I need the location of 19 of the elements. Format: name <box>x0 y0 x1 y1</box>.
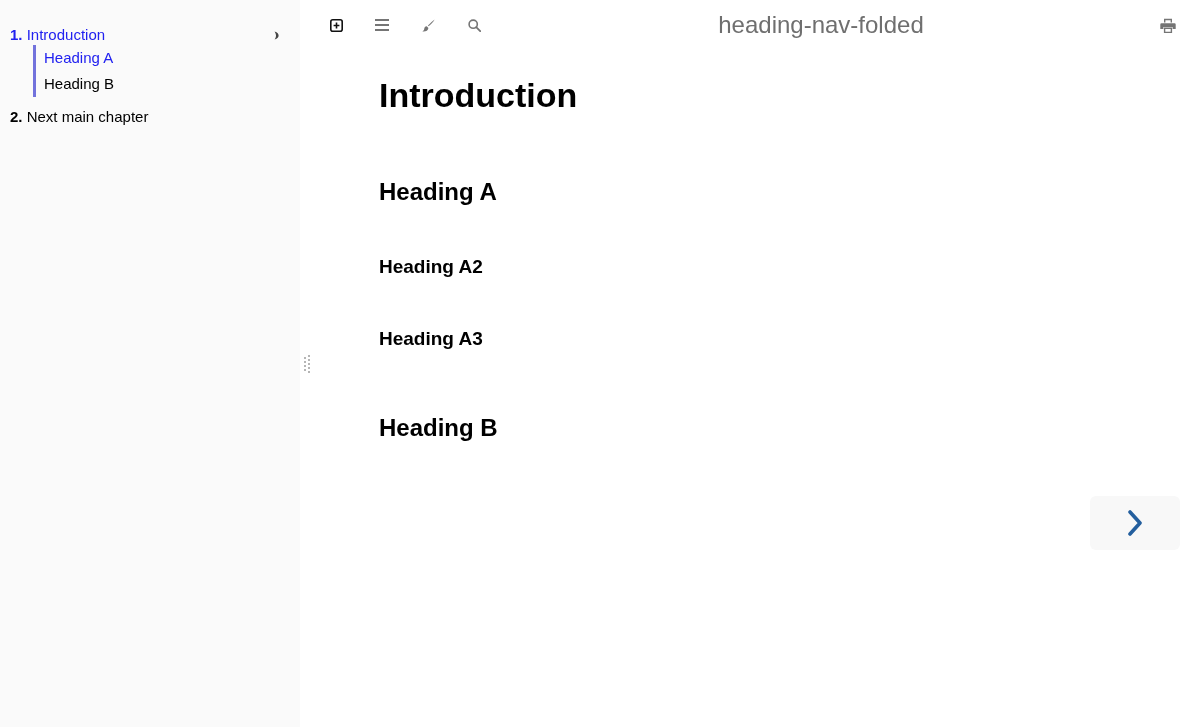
heading: Heading A2 <box>379 255 484 279</box>
menu-icon <box>375 19 389 31</box>
heading: Heading B <box>379 413 499 443</box>
chapter-link[interactable]: 2. Next main chapter <box>10 107 149 127</box>
heading-link[interactable]: Heading A <box>44 45 114 71</box>
heading: Introduction <box>379 75 579 115</box>
book-title: heading-nav-folded <box>717 10 925 40</box>
heading: Heading A3 <box>379 327 484 351</box>
paintbrush-icon <box>421 18 435 32</box>
chapter-link[interactable]: 1. Introduction <box>10 25 106 45</box>
search-icon <box>467 18 481 32</box>
chevron-toggle-icon[interactable] <box>274 30 279 40</box>
heading-link[interactable]: Heading B <box>44 71 115 97</box>
printer-icon <box>1160 17 1176 33</box>
resize-handle-icon[interactable] <box>304 355 310 373</box>
plus-square-icon <box>329 18 343 32</box>
chevron-right-icon <box>1128 510 1142 536</box>
next-chapter-button[interactable] <box>1090 496 1180 550</box>
heading: Heading A <box>379 177 498 207</box>
